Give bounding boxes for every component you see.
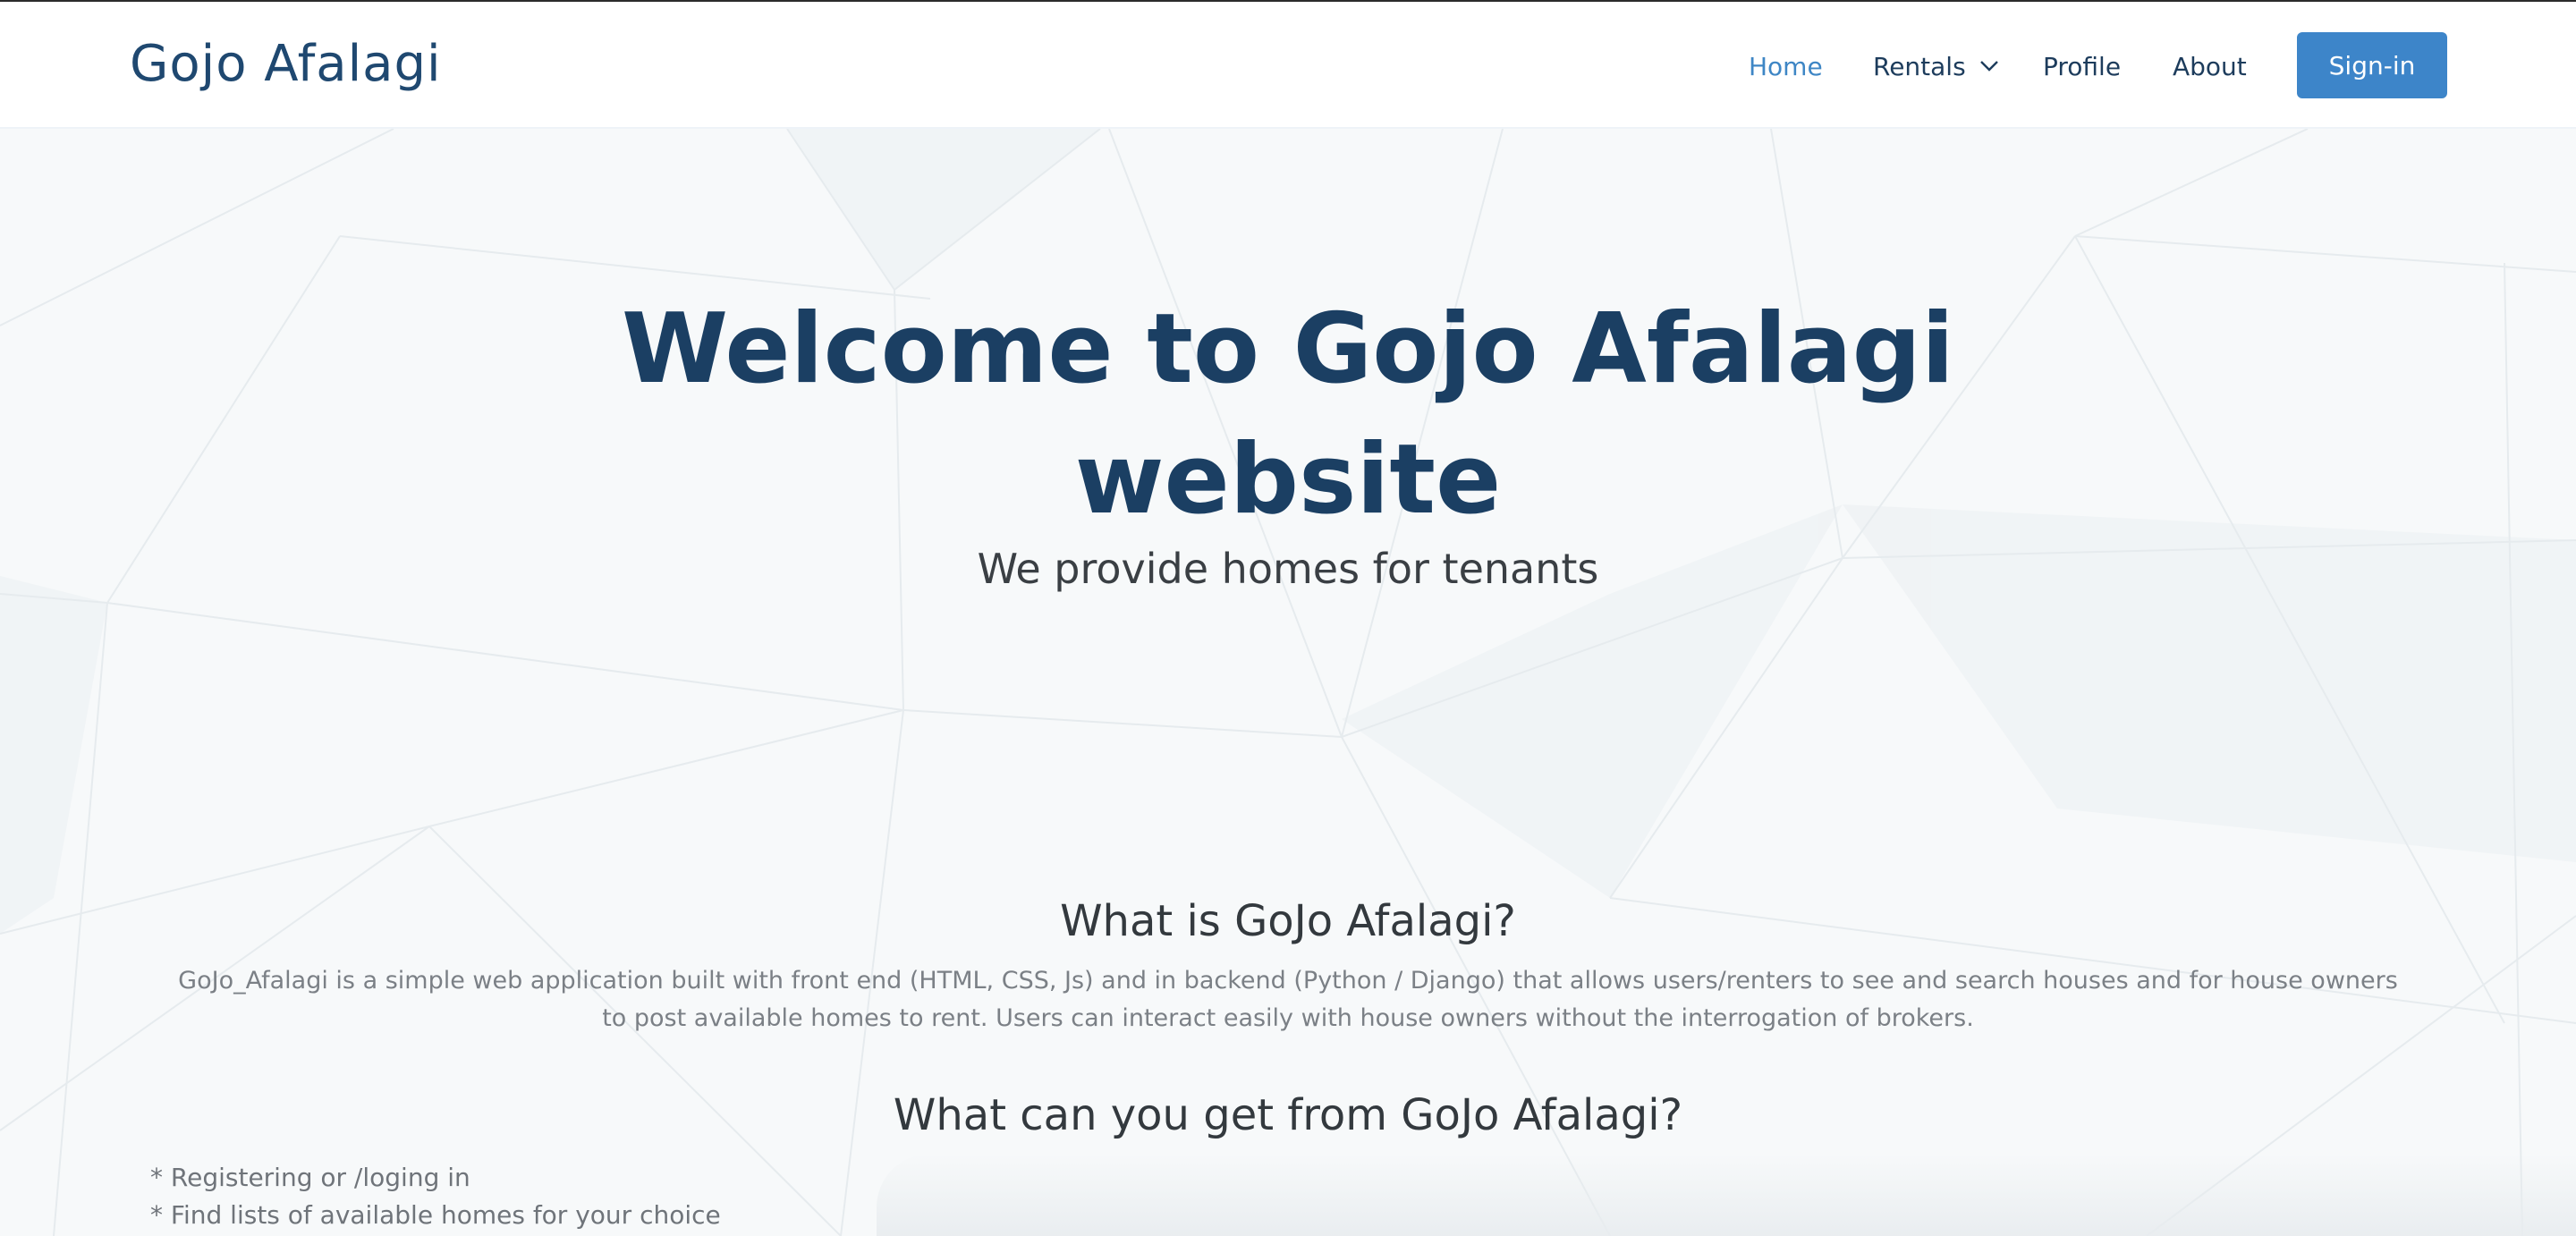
nav-about-link[interactable]: About — [2173, 34, 2247, 98]
list-item: * Find lists of available homes for your… — [150, 1200, 721, 1230]
nav-rentals-label: Rentals — [1873, 51, 1966, 81]
sign-in-button[interactable]: Sign-in — [2297, 32, 2447, 98]
about-heading: What is GoJo Afalagi? — [1060, 896, 1516, 946]
list-item: * Registering or /loging in — [150, 1163, 470, 1192]
nav-profile-link[interactable]: Profile — [2043, 34, 2121, 98]
navbar: Gojo Afalagi Home Rentals Profile About … — [0, 2, 2576, 129]
bottom-shadow — [877, 1154, 2576, 1236]
benefits-heading: What can you get from GoJo Afalagi? — [893, 1090, 1683, 1140]
page: Gojo Afalagi Home Rentals Profile About … — [0, 0, 2576, 1236]
site-logo[interactable]: Gojo Afalagi — [130, 29, 442, 100]
hero-title: Welcome to Gojo Afalagi website — [622, 293, 1954, 536]
nav-rentals-dropdown[interactable]: Rentals — [1873, 34, 2002, 98]
hero-subtitle: We provide homes for tenants — [977, 545, 1599, 593]
about-description: GoJo_Afalagi is a simple web application… — [178, 967, 2398, 1032]
nav-home-link[interactable]: Home — [1749, 34, 1823, 98]
chevron-down-icon — [1979, 61, 1998, 72]
benefits-list: * Registering or /loging in * Find lists… — [150, 1159, 721, 1234]
